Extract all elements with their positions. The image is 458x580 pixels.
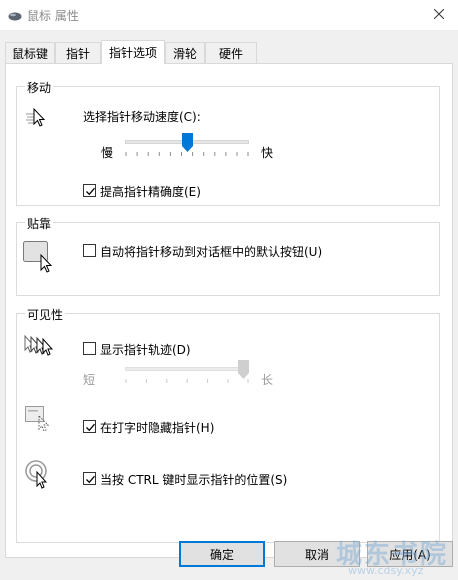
- precision-checkbox[interactable]: [83, 184, 96, 197]
- precision-label: 提高指针精确度(E): [100, 185, 201, 199]
- short-label: 短: [83, 373, 96, 387]
- hide-while-typing-icon: [25, 406, 55, 435]
- snap-to-button-icon: [23, 241, 55, 276]
- tab-label: 滑轮: [172, 46, 197, 61]
- cancel-label: 取消: [304, 547, 329, 562]
- tab-label: 硬件: [218, 46, 243, 61]
- tab-label: 指针: [65, 46, 90, 61]
- snap-group-title: 贴靠: [25, 215, 54, 232]
- cancel-button[interactable]: 取消: [274, 541, 360, 567]
- window-title: 鼠标 属性: [27, 9, 79, 23]
- pointer-speed-icon: [25, 107, 49, 132]
- close-icon: [433, 8, 445, 22]
- speed-slider-thumb[interactable]: [181, 133, 193, 152]
- fast-label: 快: [261, 146, 274, 160]
- pointer-trails-checkbox[interactable]: [83, 342, 96, 355]
- slow-label: 慢: [101, 146, 114, 160]
- tab-buttons[interactable]: 鼠标键: [5, 42, 55, 63]
- long-label: 长: [261, 373, 274, 387]
- motion-group: 移动 选择指针移动速度(C): 慢 快 提高指针精确度(E): [16, 79, 440, 206]
- tab-hardware[interactable]: 硬件: [205, 42, 257, 63]
- pointer-trails-icon: [23, 334, 59, 361]
- ctrl-show-location-label: 当按 CTRL 键时显示指针的位置(S): [100, 473, 288, 487]
- speed-label: 选择指针移动速度(C):: [83, 110, 201, 124]
- title-bar: 鼠标 属性: [0, 0, 458, 30]
- motion-group-title: 移动: [25, 79, 54, 96]
- snap-to-default-label: 自动将指针移动到对话框中的默认按钮(U): [100, 245, 323, 259]
- dialog-body: 鼠标键 指针 指针选项 滑轮 硬件 移动 选择指针移动速度(C): 慢 快 提高…: [0, 30, 458, 580]
- tab-pointers[interactable]: 指针: [55, 42, 101, 63]
- tab-label: 指针选项: [108, 46, 157, 60]
- hide-while-typing-label: 在打字时隐藏指针(H): [100, 421, 215, 435]
- speed-slider-ticks: [125, 152, 249, 156]
- ok-button[interactable]: 确定: [179, 541, 265, 567]
- hide-while-typing-checkbox[interactable]: [83, 420, 96, 433]
- apply-button[interactable]: 应用(A): [367, 541, 453, 567]
- mouse-icon: [8, 10, 22, 21]
- snap-group: 贴靠 自动将指针移动到对话框中的默认按钮(U): [16, 215, 440, 296]
- visibility-group-title: 可见性: [25, 306, 66, 323]
- apply-label: 应用(A): [389, 547, 431, 562]
- ok-label: 确定: [209, 547, 234, 562]
- tab-panel: 移动 选择指针移动速度(C): 慢 快 提高指针精确度(E) 贴靠 自动将指针移…: [5, 63, 453, 558]
- tab-pointer-options[interactable]: 指针选项: [101, 40, 165, 64]
- ctrl-show-location-checkbox[interactable]: [83, 472, 96, 485]
- tab-label: 鼠标键: [11, 46, 48, 61]
- snap-to-default-checkbox[interactable]: [83, 244, 96, 257]
- show-location-icon: [25, 460, 55, 493]
- trails-slider-thumb[interactable]: [238, 360, 249, 379]
- visibility-group: 可见性 显示指针轨迹(D) 短 长 在打字时隐藏指针(H) 当按 CTRL 键时…: [16, 306, 440, 543]
- tab-wheel[interactable]: 滑轮: [165, 42, 205, 63]
- pointer-trails-label: 显示指针轨迹(D): [100, 343, 191, 357]
- trails-slider-track[interactable]: [125, 367, 249, 371]
- close-button[interactable]: [420, 0, 458, 30]
- trails-slider-ticks: [125, 379, 249, 383]
